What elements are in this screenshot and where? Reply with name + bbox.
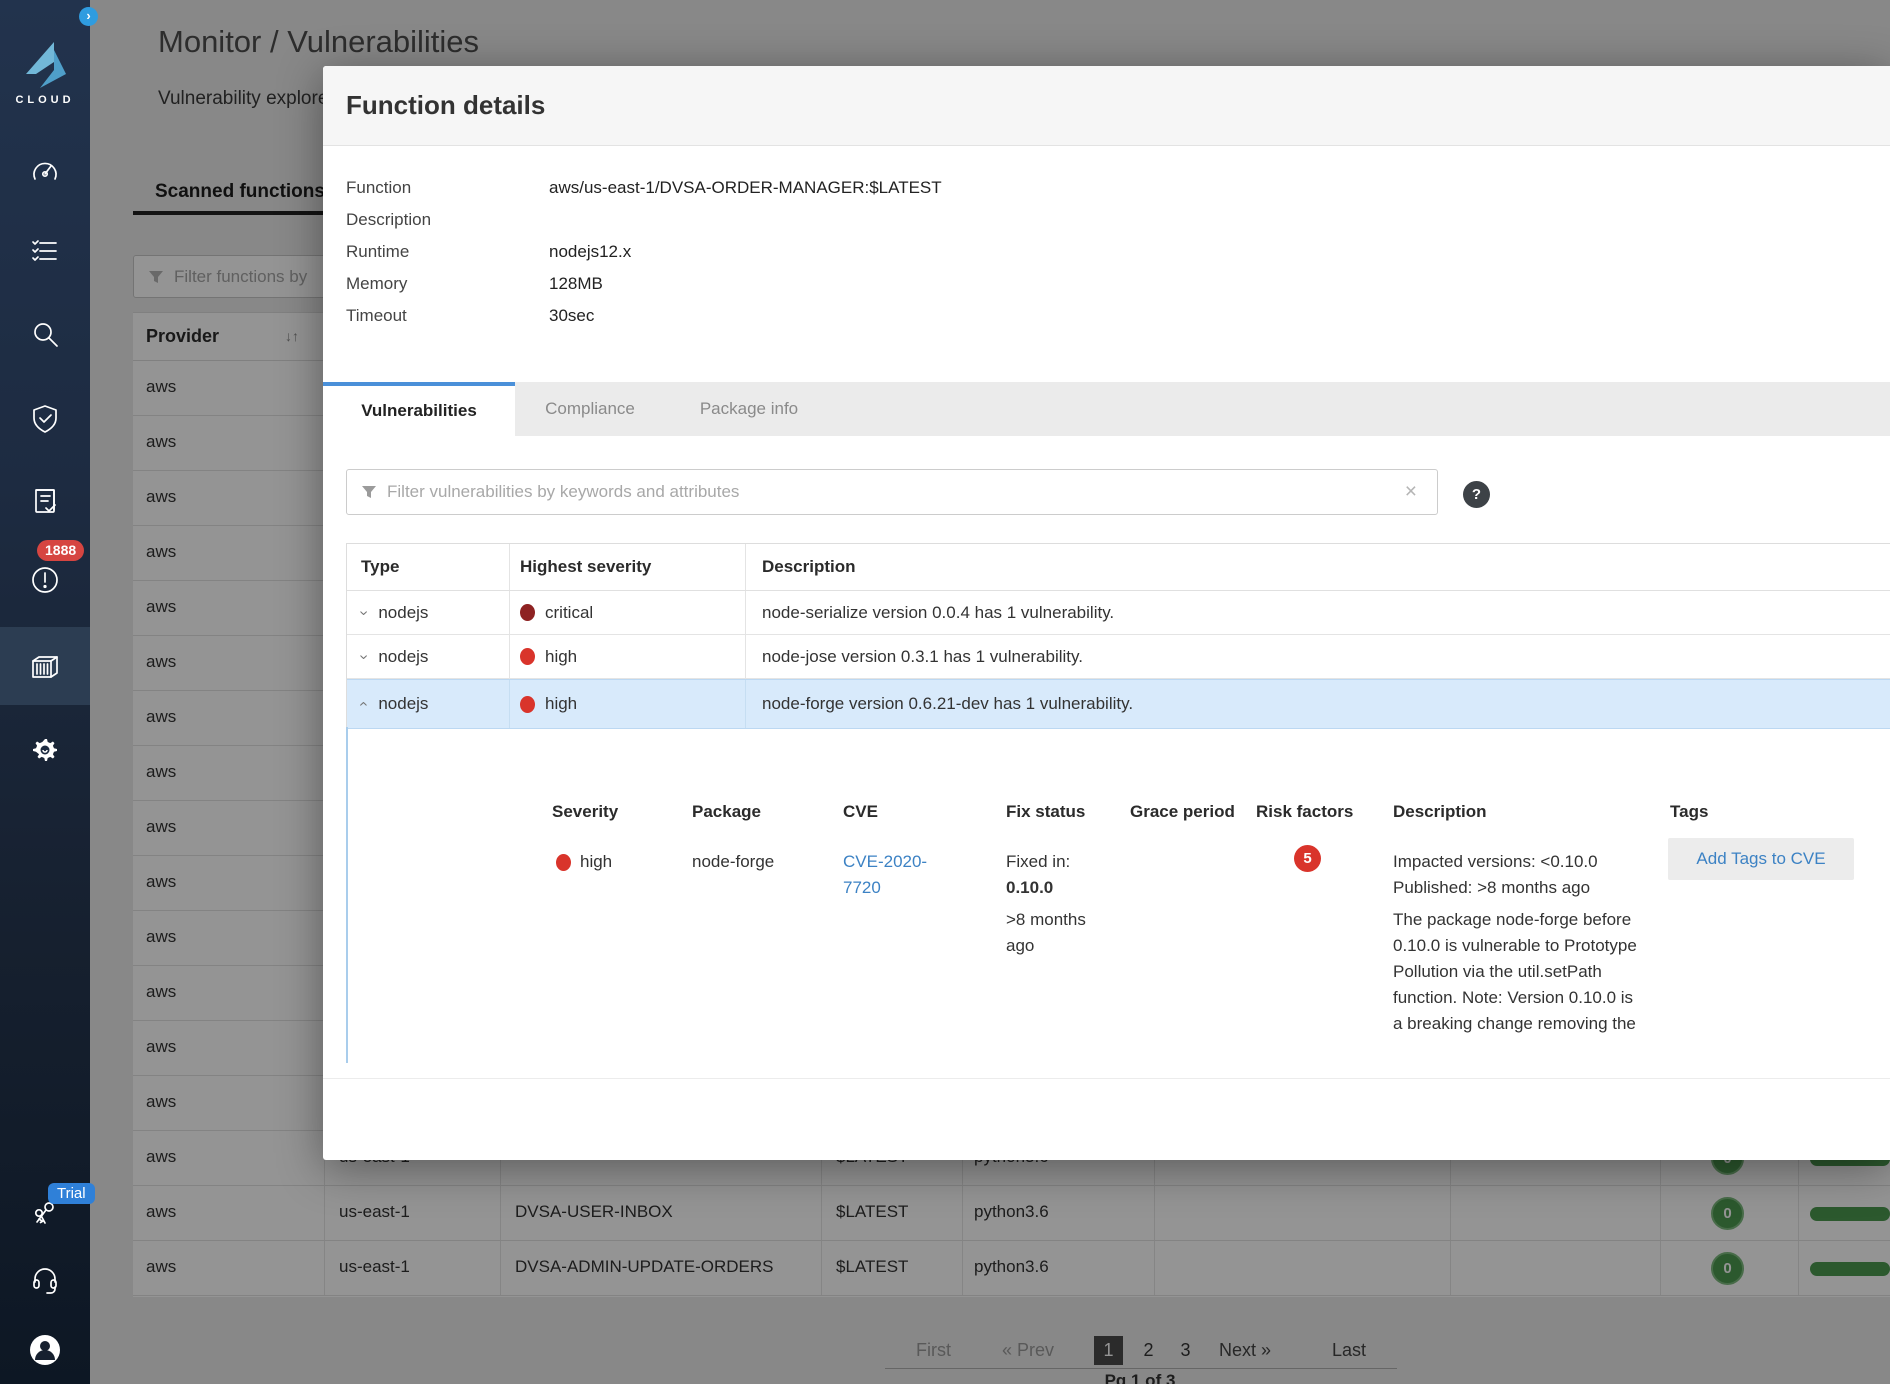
trial-badge: Trial: [48, 1183, 95, 1204]
tab-vulnerabilities[interactable]: Vulnerabilities: [323, 382, 515, 436]
severity-dot: [556, 854, 571, 871]
filter-icon: [361, 484, 377, 500]
aqua-cloud-logo: [24, 40, 68, 90]
vuln-description: node-forge version 0.6.21-dev has 1 vuln…: [762, 694, 1133, 714]
modal-footer-divider: [323, 1078, 1890, 1079]
description-column-header: Description: [746, 544, 1890, 590]
add-tags-to-cve-button[interactable]: Add Tags to CVE: [1668, 838, 1854, 880]
cve-link[interactable]: CVE-2020-7720: [843, 849, 948, 901]
fix-status-label: Fixed in:: [1006, 852, 1070, 871]
shield-check-icon: [30, 404, 60, 434]
search-icon: [30, 320, 60, 350]
fix-age: >8 months ago: [1006, 907, 1098, 959]
vulnerability-row[interactable]: › nodejs critical node-serialize version…: [347, 591, 1890, 635]
sidebar-item-account[interactable]: [0, 1333, 90, 1367]
fix-version: 0.10.0: [1006, 878, 1053, 897]
memory-value: 128MB: [549, 274, 603, 294]
sidebar-item-search[interactable]: [0, 320, 90, 350]
detail-label: Function: [346, 178, 549, 198]
chevron-down-icon[interactable]: ›: [355, 610, 373, 615]
cve-description-paragraph: The package node-forge before 0.10.0 is …: [1393, 907, 1640, 1037]
vuln-type: nodejs: [378, 603, 428, 623]
severity-dot: [520, 648, 535, 665]
risk-factors-badge[interactable]: 5: [1294, 845, 1321, 872]
alerts-count-badge: 1888: [37, 540, 84, 561]
vulnerability-row[interactable]: › nodejs high node-jose version 0.3.1 ha…: [347, 635, 1890, 679]
modal-header: Function details: [323, 66, 1890, 146]
dashboard-icon: [30, 157, 60, 187]
modal-tab-bar: Vulnerabilities Compliance Package info: [323, 382, 1890, 436]
vulnerabilities-table: Type Highest severity Description › node…: [346, 543, 1890, 729]
vuln-severity: critical: [545, 603, 593, 623]
vuln-description: node-jose version 0.3.1 has 1 vulnerabil…: [762, 647, 1083, 667]
sidebar-item-security[interactable]: [0, 404, 90, 434]
headset-icon: [30, 1265, 60, 1295]
sidebar: CLOUD 1888: [0, 0, 90, 1384]
vuln-severity: high: [545, 694, 577, 714]
settings-icon: [30, 735, 60, 765]
function-value: aws/us-east-1/DVSA-ORDER-MANAGER:$LATEST: [549, 178, 942, 198]
checklist-icon: [30, 236, 60, 266]
tab-compliance[interactable]: Compliance: [515, 382, 665, 436]
runtime-value: nodejs12.x: [549, 242, 631, 262]
vuln-description: node-serialize version 0.0.4 has 1 vulne…: [762, 603, 1114, 623]
detail-label: Timeout: [346, 306, 549, 326]
published-age: Published: >8 months ago: [1393, 875, 1640, 901]
vuln-type: nodejs: [378, 694, 428, 714]
sidebar-expand-icon[interactable]: ›: [79, 7, 98, 26]
severity-column-header: Highest severity: [510, 544, 746, 590]
detail-severity-header: Severity: [552, 802, 618, 822]
modal-title: Function details: [346, 90, 545, 121]
function-details-modal: Function details Functionaws/us-east-1/D…: [323, 66, 1890, 1160]
report-check-icon: [30, 487, 60, 517]
detail-package-header: Package: [692, 802, 761, 822]
detail-risk-factors-header: Risk factors: [1256, 802, 1353, 822]
chevron-down-icon[interactable]: ›: [355, 654, 373, 659]
cve-description: Impacted versions: <0.10.0 Published: >8…: [1393, 849, 1640, 1037]
fix-status-value: Fixed in: 0.10.0 >8 months ago: [1006, 849, 1106, 959]
vuln-type: nodejs: [378, 647, 428, 667]
sidebar-item-containers[interactable]: [0, 651, 90, 683]
chevron-up-icon[interactable]: ›: [355, 701, 373, 706]
container-icon: [29, 651, 61, 683]
detail-severity-value: high: [580, 849, 612, 875]
type-column-header: Type: [347, 544, 510, 590]
sidebar-item-credentials[interactable]: [0, 1200, 90, 1230]
impacted-versions: Impacted versions: <0.10.0: [1393, 849, 1640, 875]
detail-fix-status-header: Fix status: [1006, 802, 1085, 822]
detail-grace-period-header: Grace period: [1130, 802, 1235, 822]
timeout-value: 30sec: [549, 306, 594, 326]
vulnerabilities-filter-placeholder: Filter vulnerabilities by keywords and a…: [387, 482, 739, 502]
severity-dot: [520, 604, 535, 621]
tab-package-info[interactable]: Package info: [665, 382, 833, 436]
vuln-severity: high: [545, 647, 577, 667]
sidebar-item-dashboard[interactable]: [0, 157, 90, 187]
keys-icon: [30, 1200, 60, 1230]
vulnerabilities-filter-input[interactable]: Filter vulnerabilities by keywords and a…: [346, 469, 1438, 515]
sidebar-item-tasks[interactable]: [0, 236, 90, 266]
vulnerabilities-table-header: Type Highest severity Description: [347, 544, 1890, 591]
expanded-row-accent: [346, 727, 348, 1063]
alert-icon: [30, 565, 60, 595]
detail-package-value: node-forge: [692, 849, 774, 875]
help-icon[interactable]: ?: [1463, 481, 1490, 508]
detail-description-header: Description: [1393, 802, 1487, 822]
function-details-list: Functionaws/us-east-1/DVSA-ORDER-MANAGER…: [346, 172, 942, 332]
sidebar-item-alerts[interactable]: [0, 565, 90, 595]
sidebar-item-settings[interactable]: [0, 735, 90, 765]
vulnerability-row[interactable]: › nodejs high node-forge version 0.6.21-…: [347, 679, 1890, 729]
detail-tags-header: Tags: [1670, 802, 1708, 822]
detail-cve-header: CVE: [843, 802, 878, 822]
detail-label: Runtime: [346, 242, 549, 262]
detail-label: Memory: [346, 274, 549, 294]
sidebar-item-support[interactable]: [0, 1265, 90, 1295]
user-avatar-icon: [28, 1333, 62, 1367]
severity-dot: [520, 696, 535, 713]
logo-text: CLOUD: [0, 94, 90, 106]
sidebar-item-reports[interactable]: [0, 487, 90, 517]
clear-icon[interactable]: ×: [1405, 480, 1417, 504]
detail-label: Description: [346, 210, 549, 230]
